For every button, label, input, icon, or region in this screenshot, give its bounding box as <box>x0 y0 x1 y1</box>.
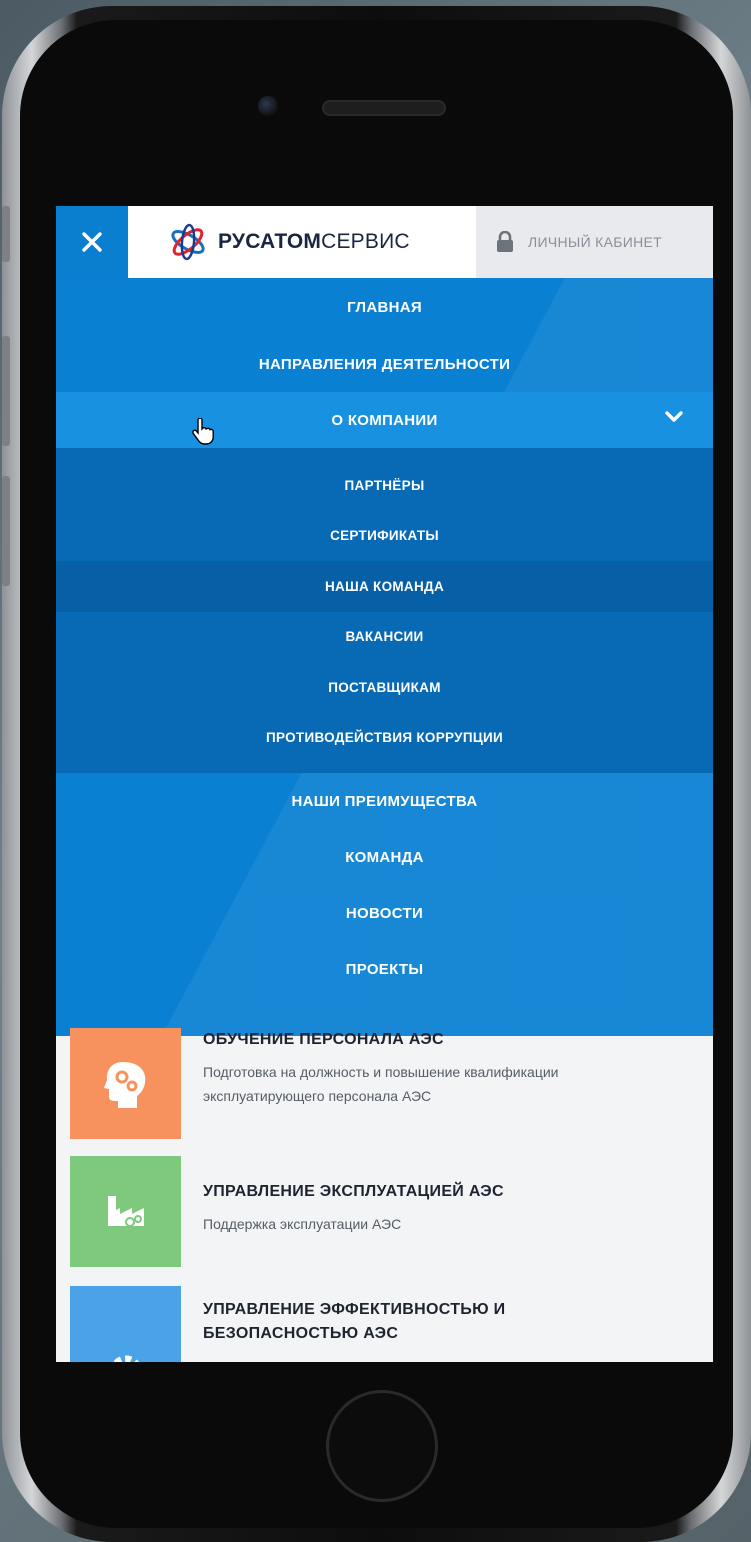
menu-item-label: НАПРАВЛЕНИЯ ДЕЯТЕЛЬНОСТИ <box>258 355 511 373</box>
service-card-description: Подготовка на должность и повышение квал… <box>203 1064 559 1104</box>
service-card[interactable]: УПРАВЛЕНИЕ ЭКСПЛУАТАЦИЕЙ АЭС Поддержка э… <box>70 1156 700 1267</box>
service-card-title: УПРАВЛЕНИЕ ЭКСПЛУАТАЦИЕЙ АЭС <box>203 1183 504 1200</box>
volume-down-button <box>2 476 10 586</box>
mute-switch <box>2 206 10 262</box>
submenu-item-label: НАША КОМАНДА <box>324 578 444 594</box>
submenu-item-suppliers[interactable]: ПОСТАВЩИКАМ <box>56 662 713 713</box>
service-card-body: УПРАВЛЕНИЕ ЭФФЕКТИВНОСТЬЮ И БЕЗОПАСНОСТЬЮ… <box>181 1286 505 1362</box>
service-card[interactable]: УПРАВЛЕНИЕ ЭФФЕКТИВНОСТЬЮ И БЕЗОПАСНОСТЬЮ… <box>70 1286 700 1362</box>
menu-item-label: НАШИ ПРЕИМУЩЕСТВА <box>291 792 478 810</box>
cabinet-label: ЛИЧНЫЙ КАБИНЕТ <box>528 234 662 250</box>
atom-logo-icon <box>171 223 205 261</box>
service-card-title: УПРАВЛЕНИЕ ЭФФЕКТИВНОСТЬЮ И БЕЗОПАСНОСТЬЮ… <box>203 1301 506 1342</box>
volume-up-button <box>2 336 10 446</box>
gear-wrench-icon <box>112 1355 139 1362</box>
submenu-item-anti-corruption[interactable]: ПРОТИВОДЕЙСТВИЯ КОРРУПЦИИ <box>56 713 713 764</box>
services-list: ОБУЧЕНИЕ ПЕРСОНАЛА АЭС Подготовка на дол… <box>56 1028 713 1362</box>
menu-item-about[interactable]: О КОМПАНИИ <box>56 392 713 448</box>
logo-text: РУСАТОМСЕРВИС <box>218 230 410 253</box>
submenu-item-label: ПАРТНЁРЫ <box>344 477 425 493</box>
factory-icon <box>107 1195 144 1227</box>
submenu-item-partners[interactable]: ПАРТНЁРЫ <box>56 460 713 511</box>
menu-item-activities[interactable]: НАПРАВЛЕНИЯ ДЕЯТЕЛЬНОСТИ <box>56 336 713 392</box>
menu-item-advantages[interactable]: НАШИ ПРЕИМУЩЕСТВА <box>56 773 713 829</box>
menu-item-label: НОВОСТИ <box>345 904 424 922</box>
submenu-item-vacancies[interactable]: ВАКАНСИИ <box>56 612 713 663</box>
service-card-description: Поддержка эксплуатации АЭС <box>203 1216 402 1232</box>
menu-item-label: ГЛАВНАЯ <box>347 298 422 316</box>
menu-item-team[interactable]: КОМАНДА <box>56 829 713 885</box>
submenu-about: ПАРТНЁРЫ СЕРТИФИКАТЫ НАША КОМАНДА ВАКАНС… <box>56 448 713 773</box>
earpiece-speaker <box>322 100 446 116</box>
service-card-icon-box <box>70 1286 181 1362</box>
menu-item-label: КОМАНДА <box>345 848 424 866</box>
service-card-icon-box <box>70 1156 181 1267</box>
close-icon <box>82 232 102 252</box>
phone-screen: РУСАТОМСЕРВИС ЛИЧНЫЙ КАБИНЕТ ГЛАВНАЯ НАП… <box>56 206 713 1362</box>
service-card-title: ОБУЧЕНИЕ ПЕРСОНАЛА АЭС <box>203 1031 444 1048</box>
submenu-item-label: ПОСТАВЩИКАМ <box>328 679 441 695</box>
submenu-item-label: ПРОТИВОДЕЙСТВИЯ КОРРУПЦИИ <box>265 730 504 746</box>
menu-item-news[interactable]: НОВОСТИ <box>56 885 713 941</box>
personal-cabinet-link[interactable]: ЛИЧНЫЙ КАБИНЕТ <box>476 206 713 278</box>
service-card[interactable]: ОБУЧЕНИЕ ПЕРСОНАЛА АЭС Подготовка на дол… <box>70 1028 700 1139</box>
close-menu-button[interactable] <box>56 206 128 278</box>
submenu-item-certificates[interactable]: СЕРТИФИКАТЫ <box>56 511 713 562</box>
menu-item-label: О КОМПАНИИ <box>331 411 438 429</box>
chevron-down-icon[interactable] <box>665 410 683 424</box>
hand-cursor-icon <box>192 418 214 445</box>
service-card-body: УПРАВЛЕНИЕ ЭКСПЛУАТАЦИЕЙ АЭС Поддержка э… <box>181 1156 504 1267</box>
menu-item-label: ПРОЕКТЫ <box>345 960 424 978</box>
menu-item-main[interactable]: ГЛАВНАЯ <box>56 278 713 336</box>
site-header: РУСАТОМСЕРВИС ЛИЧНЫЙ КАБИНЕТ <box>56 206 713 278</box>
service-card-icon-box <box>70 1028 181 1139</box>
submenu-item-label: СЕРТИФИКАТЫ <box>330 528 439 544</box>
submenu-item-label: ВАКАНСИИ <box>345 629 424 645</box>
front-camera <box>258 96 278 116</box>
site-logo[interactable]: РУСАТОМСЕРВИС <box>128 206 476 278</box>
home-button <box>326 1390 438 1502</box>
menu-item-projects[interactable]: ПРОЕКТЫ <box>56 941 713 997</box>
service-card-body: ОБУЧЕНИЕ ПЕРСОНАЛА АЭС Подготовка на дол… <box>181 1028 559 1139</box>
head-gears-icon <box>103 1061 145 1108</box>
main-menu: ГЛАВНАЯ НАПРАВЛЕНИЯ ДЕЯТЕЛЬНОСТИ О КОМПА… <box>56 278 713 1036</box>
lock-icon <box>497 231 513 252</box>
submenu-item-our-team[interactable]: НАША КОМАНДА <box>56 561 713 612</box>
